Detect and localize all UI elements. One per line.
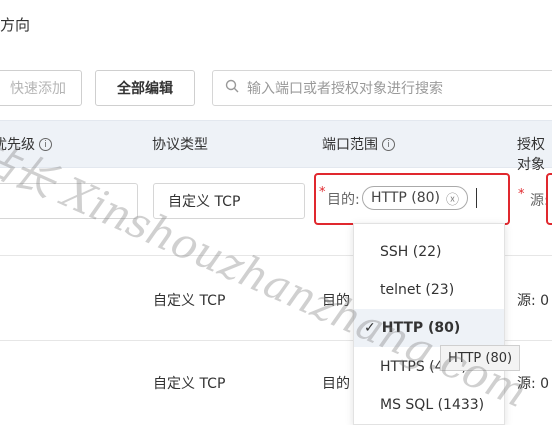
protocol-cell: 自定义 TCP bbox=[153, 293, 226, 309]
port-prefix-label: 目的: bbox=[327, 192, 360, 208]
column-header-label: 授权对象 bbox=[517, 137, 545, 173]
option-label: telnet (23) bbox=[380, 282, 455, 298]
edit-all-label: 全部编辑 bbox=[117, 81, 173, 97]
quick-add-label: 快速添加 bbox=[10, 81, 66, 97]
close-icon[interactable]: ⓧ bbox=[446, 189, 459, 208]
option-label: SSH (22) bbox=[380, 244, 442, 260]
quick-add-button[interactable]: 快速添加 bbox=[0, 70, 82, 106]
required-marker: * bbox=[319, 185, 326, 200]
check-icon: ✓ bbox=[364, 320, 376, 336]
protocol-select-value: 自定义 TCP bbox=[168, 194, 241, 210]
required-marker: * bbox=[518, 187, 525, 202]
dropdown-option-http[interactable]: ✓ HTTP (80) bbox=[354, 309, 504, 347]
port-cell: 目的 bbox=[322, 293, 350, 309]
port-tag: HTTP (80) ⓧ bbox=[362, 186, 469, 210]
text-caret bbox=[476, 188, 477, 208]
priority-input[interactable] bbox=[0, 183, 138, 219]
edit-all-button[interactable]: 全部编辑 bbox=[95, 70, 195, 106]
column-header-auth-object: 授权对象 bbox=[517, 134, 552, 174]
column-header-priority: 优先级 i bbox=[0, 134, 52, 154]
page-title: 方向 bbox=[0, 16, 31, 34]
port-range-input[interactable]: * 目的: HTTP (80) ⓧ bbox=[314, 173, 510, 225]
table-header: 优先级 i 协议类型 端口范围 i 授权对象 bbox=[0, 120, 552, 173]
protocol-select[interactable]: 自定义 TCP bbox=[153, 183, 305, 219]
column-header-label: 优先级 bbox=[0, 137, 35, 153]
info-icon[interactable]: i bbox=[382, 137, 395, 151]
auth-cell: 源: 0 bbox=[517, 376, 550, 392]
column-header-label: 端口范围 bbox=[322, 137, 378, 153]
protocol-cell: 自定义 TCP bbox=[153, 376, 226, 392]
port-cell: 目的 bbox=[322, 376, 350, 392]
dropdown-option-ssh[interactable]: SSH (22) bbox=[354, 233, 504, 271]
auth-object-input[interactable] bbox=[546, 173, 552, 225]
info-icon[interactable]: i bbox=[39, 137, 52, 151]
option-label: MS SQL (1433) bbox=[380, 397, 485, 413]
dropdown-option-telnet[interactable]: telnet (23) bbox=[354, 271, 504, 309]
search-icon bbox=[225, 79, 239, 97]
dropdown-option-mssql[interactable]: MS SQL (1433) bbox=[354, 386, 504, 424]
port-dropdown: SSH (22) telnet (23) ✓ HTTP (80) HTTPS (… bbox=[353, 223, 505, 425]
column-header-label: 协议类型 bbox=[152, 137, 208, 153]
search-input[interactable]: 输入端口或者授权对象进行搜索 bbox=[212, 70, 552, 106]
auth-cell: 源: 0 bbox=[517, 293, 550, 309]
search-placeholder: 输入端口或者授权对象进行搜索 bbox=[247, 81, 443, 97]
column-header-protocol: 协议类型 bbox=[152, 134, 208, 154]
option-label: HTTP (80) bbox=[381, 320, 461, 336]
column-header-port-range: 端口范围 i bbox=[322, 134, 395, 154]
tooltip: HTTP (80) bbox=[440, 345, 521, 371]
port-tag-label: HTTP (80) bbox=[371, 190, 441, 206]
